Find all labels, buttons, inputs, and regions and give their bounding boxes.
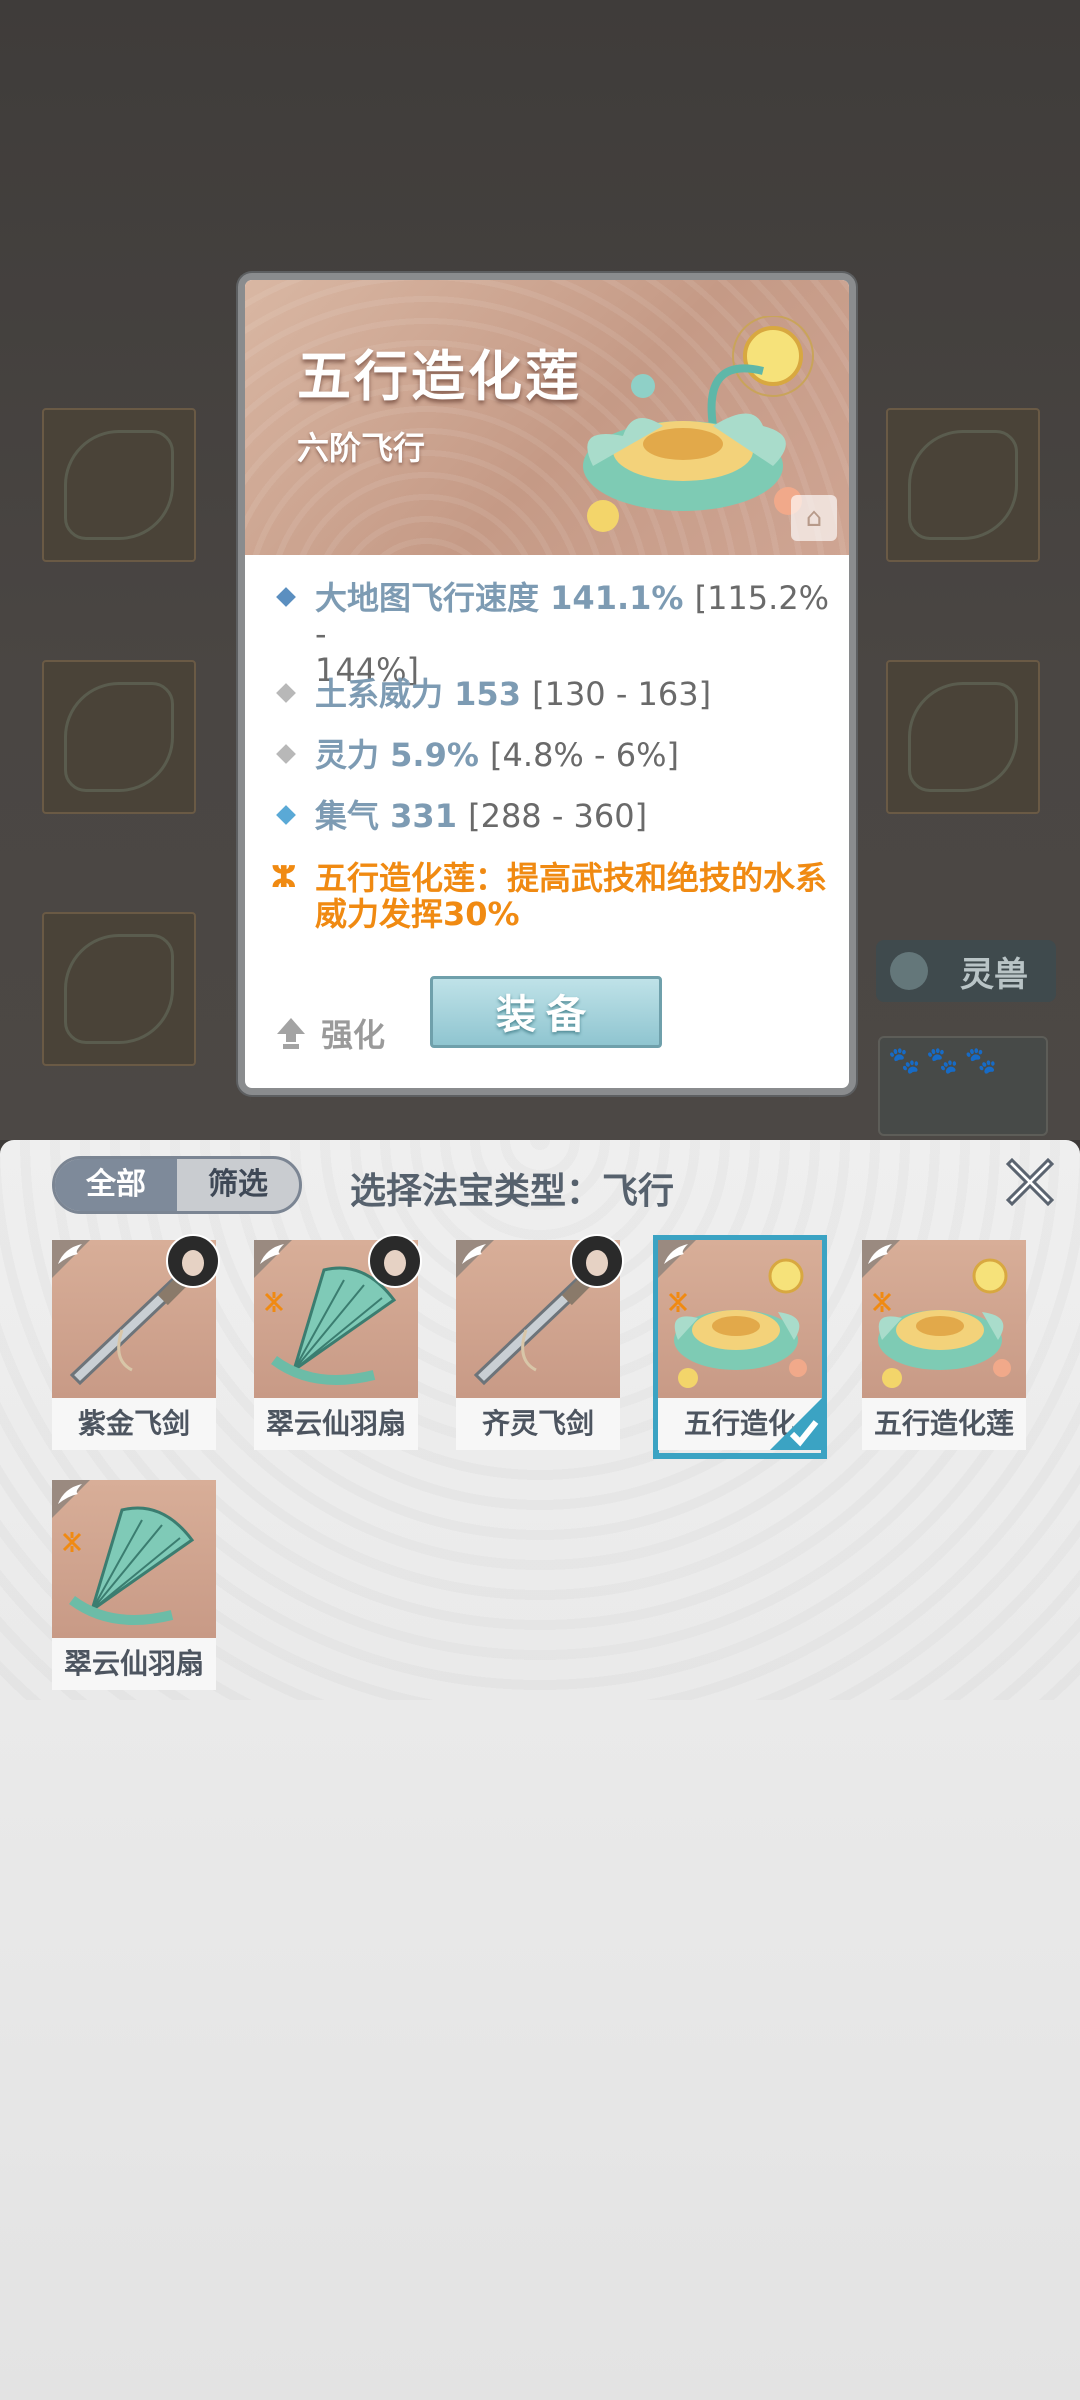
treasure-item[interactable]: 紫金飞剑 xyxy=(52,1234,220,1454)
element-icon: ⵣ xyxy=(271,860,297,895)
stat-row: 灵力 5.9% [4.8% - 6%] xyxy=(276,737,679,773)
stat-row: 集气 331 [288 - 360] xyxy=(276,798,647,834)
treasure-thumbnail xyxy=(862,1240,1026,1398)
treasure-name: 齐灵飞剑 xyxy=(456,1398,620,1450)
treasure-name: 翠云仙羽扇 xyxy=(52,1638,216,1690)
item-detail-card: 五行造化莲 六阶飞行 ⌂ 大地图飞行速度 141.1% [115.2% - 14… xyxy=(238,273,856,1095)
treasure-name: 紫金飞剑 xyxy=(52,1398,216,1450)
wing-icon xyxy=(862,1240,900,1278)
treasure-thumbnail xyxy=(254,1234,422,1398)
wing-icon xyxy=(254,1240,292,1278)
equipment-slot[interactable] xyxy=(42,912,196,1066)
equipment-slot[interactable] xyxy=(886,660,1040,814)
stat-row: 土系威力 153 [130 - 163] xyxy=(276,676,711,712)
tab-filter[interactable]: 筛选 xyxy=(177,1159,299,1211)
tab-all[interactable]: 全部 xyxy=(55,1159,177,1211)
item-name: 五行造化莲 xyxy=(297,345,582,408)
treasure-name: 翠云仙羽扇 xyxy=(254,1398,418,1450)
diamond-icon xyxy=(276,805,296,825)
treasure-name: 五行造化莲 xyxy=(862,1398,1026,1450)
treasure-item[interactable]: 五行造化莲 xyxy=(862,1240,1026,1454)
check-icon xyxy=(770,1398,822,1450)
equipment-slot[interactable] xyxy=(42,660,196,814)
owner-avatar xyxy=(570,1234,624,1288)
strengthen-button[interactable]: 强化 xyxy=(275,1010,385,1056)
element-icon xyxy=(668,1292,688,1312)
treasure-item[interactable]: 翠云仙羽扇 xyxy=(254,1234,422,1454)
treasure-select-panel: 全部 筛选 选择法宝类型：飞行 紫金飞剑 翠云仙羽扇 齐灵飞剑 五行造化 五行造化莲 翠云… xyxy=(0,1140,1080,2400)
item-header: 五行造化莲 六阶飞行 ⌂ xyxy=(245,280,849,555)
strengthen-label: 强化 xyxy=(321,1016,386,1054)
wing-icon xyxy=(52,1240,90,1278)
element-icon xyxy=(872,1292,892,1312)
treasure-item[interactable]: 齐灵飞剑 xyxy=(456,1234,624,1454)
element-icon xyxy=(62,1532,82,1552)
collapse-icon[interactable]: ⌂ xyxy=(791,495,837,541)
diamond-icon xyxy=(276,683,296,703)
treasure-thumbnail xyxy=(52,1480,216,1638)
equipment-slot[interactable] xyxy=(886,408,1040,562)
element-icon xyxy=(264,1292,284,1312)
pet-tab-label: 灵兽 xyxy=(960,954,1028,995)
close-icon[interactable] xyxy=(1004,1154,1056,1206)
owner-avatar xyxy=(166,1234,220,1288)
pet-slot[interactable]: 🐾🐾🐾 xyxy=(878,1036,1048,1136)
pet-icon xyxy=(890,952,928,990)
filter-segment: 全部 筛选 xyxy=(52,1156,302,1214)
upgrade-arrow-icon xyxy=(277,1018,305,1049)
diamond-icon xyxy=(276,587,296,607)
item-tier: 六阶飞行 xyxy=(297,429,426,467)
owner-avatar xyxy=(368,1234,422,1288)
wing-icon xyxy=(658,1240,696,1278)
treasure-item[interactable]: 翠云仙羽扇 xyxy=(52,1480,216,1694)
stat-row: 大地图飞行速度 141.1% [115.2% - 144%] xyxy=(276,580,849,688)
wing-icon xyxy=(456,1240,494,1278)
treasure-thumbnail xyxy=(456,1234,624,1398)
treasure-thumbnail xyxy=(52,1234,220,1398)
special-effect: ⵣ 五行造化莲：提高武技和绝技的水系 威力发挥30% xyxy=(271,859,828,933)
pet-tab-button[interactable]: 灵兽 xyxy=(876,940,1056,1002)
treasure-item[interactable]: 五行造化 xyxy=(653,1235,827,1459)
wing-icon xyxy=(52,1480,90,1518)
diamond-icon xyxy=(276,744,296,764)
panel-title: 选择法宝类型：飞行 xyxy=(350,1171,675,1212)
equipment-slot[interactable] xyxy=(42,408,196,562)
treasure-thumbnail xyxy=(658,1240,822,1398)
equip-button[interactable]: 装备 xyxy=(430,976,662,1048)
